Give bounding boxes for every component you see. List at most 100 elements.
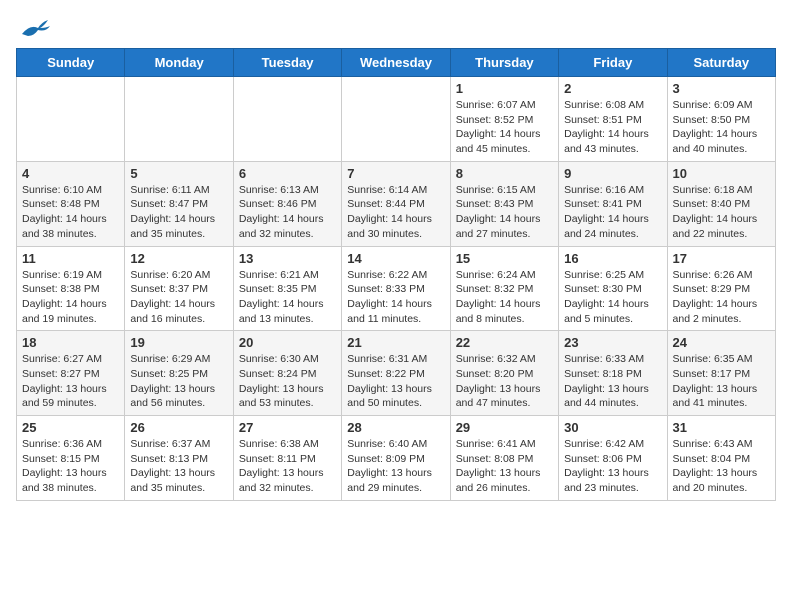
day-info-text: Sunrise: 6:32 AM Sunset: 8:20 PM Dayligh…: [456, 352, 553, 411]
day-info-text: Sunrise: 6:43 AM Sunset: 8:04 PM Dayligh…: [673, 437, 770, 496]
day-info-text: Sunrise: 6:42 AM Sunset: 8:06 PM Dayligh…: [564, 437, 661, 496]
day-info-text: Sunrise: 6:27 AM Sunset: 8:27 PM Dayligh…: [22, 352, 119, 411]
calendar-day-cell: 23 Sunrise: 6:33 AM Sunset: 8:18 PM Dayli…: [559, 331, 667, 416]
day-info-text: Sunrise: 6:13 AM Sunset: 8:46 PM Dayligh…: [239, 183, 336, 242]
calendar-day-cell: 28 Sunrise: 6:40 AM Sunset: 8:09 PM Dayli…: [342, 416, 450, 501]
day-info-text: Sunrise: 6:22 AM Sunset: 8:33 PM Dayligh…: [347, 268, 444, 327]
day-number: 24: [673, 335, 770, 350]
day-number: 7: [347, 166, 444, 181]
day-info-text: Sunrise: 6:07 AM Sunset: 8:52 PM Dayligh…: [456, 98, 553, 157]
calendar-day-cell: [233, 77, 341, 162]
day-of-week-header: Thursday: [450, 49, 558, 77]
day-info-text: Sunrise: 6:31 AM Sunset: 8:22 PM Dayligh…: [347, 352, 444, 411]
logo: [16, 16, 50, 40]
calendar-day-cell: 26 Sunrise: 6:37 AM Sunset: 8:13 PM Dayli…: [125, 416, 233, 501]
day-info-text: Sunrise: 6:10 AM Sunset: 8:48 PM Dayligh…: [22, 183, 119, 242]
day-info-text: Sunrise: 6:24 AM Sunset: 8:32 PM Dayligh…: [456, 268, 553, 327]
calendar-day-cell: [17, 77, 125, 162]
day-number: 23: [564, 335, 661, 350]
day-number: 31: [673, 420, 770, 435]
day-info-text: Sunrise: 6:35 AM Sunset: 8:17 PM Dayligh…: [673, 352, 770, 411]
day-number: 28: [347, 420, 444, 435]
calendar-day-cell: 22 Sunrise: 6:32 AM Sunset: 8:20 PM Dayli…: [450, 331, 558, 416]
calendar-day-cell: 10 Sunrise: 6:18 AM Sunset: 8:40 PM Dayli…: [667, 161, 775, 246]
day-info-text: Sunrise: 6:16 AM Sunset: 8:41 PM Dayligh…: [564, 183, 661, 242]
day-info-text: Sunrise: 6:29 AM Sunset: 8:25 PM Dayligh…: [130, 352, 227, 411]
day-number: 1: [456, 81, 553, 96]
day-number: 13: [239, 251, 336, 266]
day-number: 29: [456, 420, 553, 435]
day-number: 15: [456, 251, 553, 266]
day-number: 5: [130, 166, 227, 181]
calendar-day-cell: [125, 77, 233, 162]
calendar-day-cell: 24 Sunrise: 6:35 AM Sunset: 8:17 PM Dayli…: [667, 331, 775, 416]
day-info-text: Sunrise: 6:25 AM Sunset: 8:30 PM Dayligh…: [564, 268, 661, 327]
day-info-text: Sunrise: 6:40 AM Sunset: 8:09 PM Dayligh…: [347, 437, 444, 496]
calendar-day-cell: 9 Sunrise: 6:16 AM Sunset: 8:41 PM Daylig…: [559, 161, 667, 246]
calendar-day-cell: 21 Sunrise: 6:31 AM Sunset: 8:22 PM Dayli…: [342, 331, 450, 416]
day-number: 10: [673, 166, 770, 181]
day-info-text: Sunrise: 6:09 AM Sunset: 8:50 PM Dayligh…: [673, 98, 770, 157]
day-number: 2: [564, 81, 661, 96]
day-info-text: Sunrise: 6:19 AM Sunset: 8:38 PM Dayligh…: [22, 268, 119, 327]
calendar-week-row: 25 Sunrise: 6:36 AM Sunset: 8:15 PM Dayli…: [17, 416, 776, 501]
day-number: 21: [347, 335, 444, 350]
day-of-week-header: Monday: [125, 49, 233, 77]
day-info-text: Sunrise: 6:33 AM Sunset: 8:18 PM Dayligh…: [564, 352, 661, 411]
day-info-text: Sunrise: 6:11 AM Sunset: 8:47 PM Dayligh…: [130, 183, 227, 242]
day-info-text: Sunrise: 6:14 AM Sunset: 8:44 PM Dayligh…: [347, 183, 444, 242]
day-number: 30: [564, 420, 661, 435]
day-info-text: Sunrise: 6:18 AM Sunset: 8:40 PM Dayligh…: [673, 183, 770, 242]
day-info-text: Sunrise: 6:20 AM Sunset: 8:37 PM Dayligh…: [130, 268, 227, 327]
day-number: 12: [130, 251, 227, 266]
day-of-week-header: Wednesday: [342, 49, 450, 77]
day-number: 27: [239, 420, 336, 435]
day-info-text: Sunrise: 6:08 AM Sunset: 8:51 PM Dayligh…: [564, 98, 661, 157]
day-number: 11: [22, 251, 119, 266]
calendar-day-cell: 11 Sunrise: 6:19 AM Sunset: 8:38 PM Dayli…: [17, 246, 125, 331]
day-number: 14: [347, 251, 444, 266]
day-info-text: Sunrise: 6:36 AM Sunset: 8:15 PM Dayligh…: [22, 437, 119, 496]
calendar-day-cell: 1 Sunrise: 6:07 AM Sunset: 8:52 PM Daylig…: [450, 77, 558, 162]
day-number: 18: [22, 335, 119, 350]
day-info-text: Sunrise: 6:21 AM Sunset: 8:35 PM Dayligh…: [239, 268, 336, 327]
calendar-day-cell: 3 Sunrise: 6:09 AM Sunset: 8:50 PM Daylig…: [667, 77, 775, 162]
calendar-day-cell: 15 Sunrise: 6:24 AM Sunset: 8:32 PM Dayli…: [450, 246, 558, 331]
day-of-week-header: Sunday: [17, 49, 125, 77]
day-number: 4: [22, 166, 119, 181]
day-number: 9: [564, 166, 661, 181]
day-of-week-header: Saturday: [667, 49, 775, 77]
day-number: 16: [564, 251, 661, 266]
calendar-day-cell: 2 Sunrise: 6:08 AM Sunset: 8:51 PM Daylig…: [559, 77, 667, 162]
calendar-week-row: 1 Sunrise: 6:07 AM Sunset: 8:52 PM Daylig…: [17, 77, 776, 162]
calendar-day-cell: 20 Sunrise: 6:30 AM Sunset: 8:24 PM Dayli…: [233, 331, 341, 416]
day-info-text: Sunrise: 6:15 AM Sunset: 8:43 PM Dayligh…: [456, 183, 553, 242]
day-number: 3: [673, 81, 770, 96]
calendar-week-row: 4 Sunrise: 6:10 AM Sunset: 8:48 PM Daylig…: [17, 161, 776, 246]
logo-bird-icon: [20, 16, 50, 40]
calendar-day-cell: 13 Sunrise: 6:21 AM Sunset: 8:35 PM Dayli…: [233, 246, 341, 331]
calendar-day-cell: 18 Sunrise: 6:27 AM Sunset: 8:27 PM Dayli…: [17, 331, 125, 416]
calendar-day-cell: 14 Sunrise: 6:22 AM Sunset: 8:33 PM Dayli…: [342, 246, 450, 331]
calendar-day-cell: 4 Sunrise: 6:10 AM Sunset: 8:48 PM Daylig…: [17, 161, 125, 246]
day-number: 20: [239, 335, 336, 350]
calendar-day-cell: 30 Sunrise: 6:42 AM Sunset: 8:06 PM Dayli…: [559, 416, 667, 501]
calendar-day-cell: 25 Sunrise: 6:36 AM Sunset: 8:15 PM Dayli…: [17, 416, 125, 501]
day-info-text: Sunrise: 6:41 AM Sunset: 8:08 PM Dayligh…: [456, 437, 553, 496]
day-number: 25: [22, 420, 119, 435]
day-info-text: Sunrise: 6:26 AM Sunset: 8:29 PM Dayligh…: [673, 268, 770, 327]
day-number: 26: [130, 420, 227, 435]
day-number: 8: [456, 166, 553, 181]
calendar-day-cell: 6 Sunrise: 6:13 AM Sunset: 8:46 PM Daylig…: [233, 161, 341, 246]
calendar-day-cell: 8 Sunrise: 6:15 AM Sunset: 8:43 PM Daylig…: [450, 161, 558, 246]
calendar-day-cell: 7 Sunrise: 6:14 AM Sunset: 8:44 PM Daylig…: [342, 161, 450, 246]
day-of-week-header: Tuesday: [233, 49, 341, 77]
day-info-text: Sunrise: 6:30 AM Sunset: 8:24 PM Dayligh…: [239, 352, 336, 411]
day-info-text: Sunrise: 6:37 AM Sunset: 8:13 PM Dayligh…: [130, 437, 227, 496]
day-of-week-header: Friday: [559, 49, 667, 77]
day-number: 22: [456, 335, 553, 350]
page-header: [16, 16, 776, 40]
calendar-table: SundayMondayTuesdayWednesdayThursdayFrid…: [16, 48, 776, 501]
day-number: 6: [239, 166, 336, 181]
calendar-day-cell: 19Sunrise: 6:29 AM Sunset: 8:25 PM Dayli…: [125, 331, 233, 416]
